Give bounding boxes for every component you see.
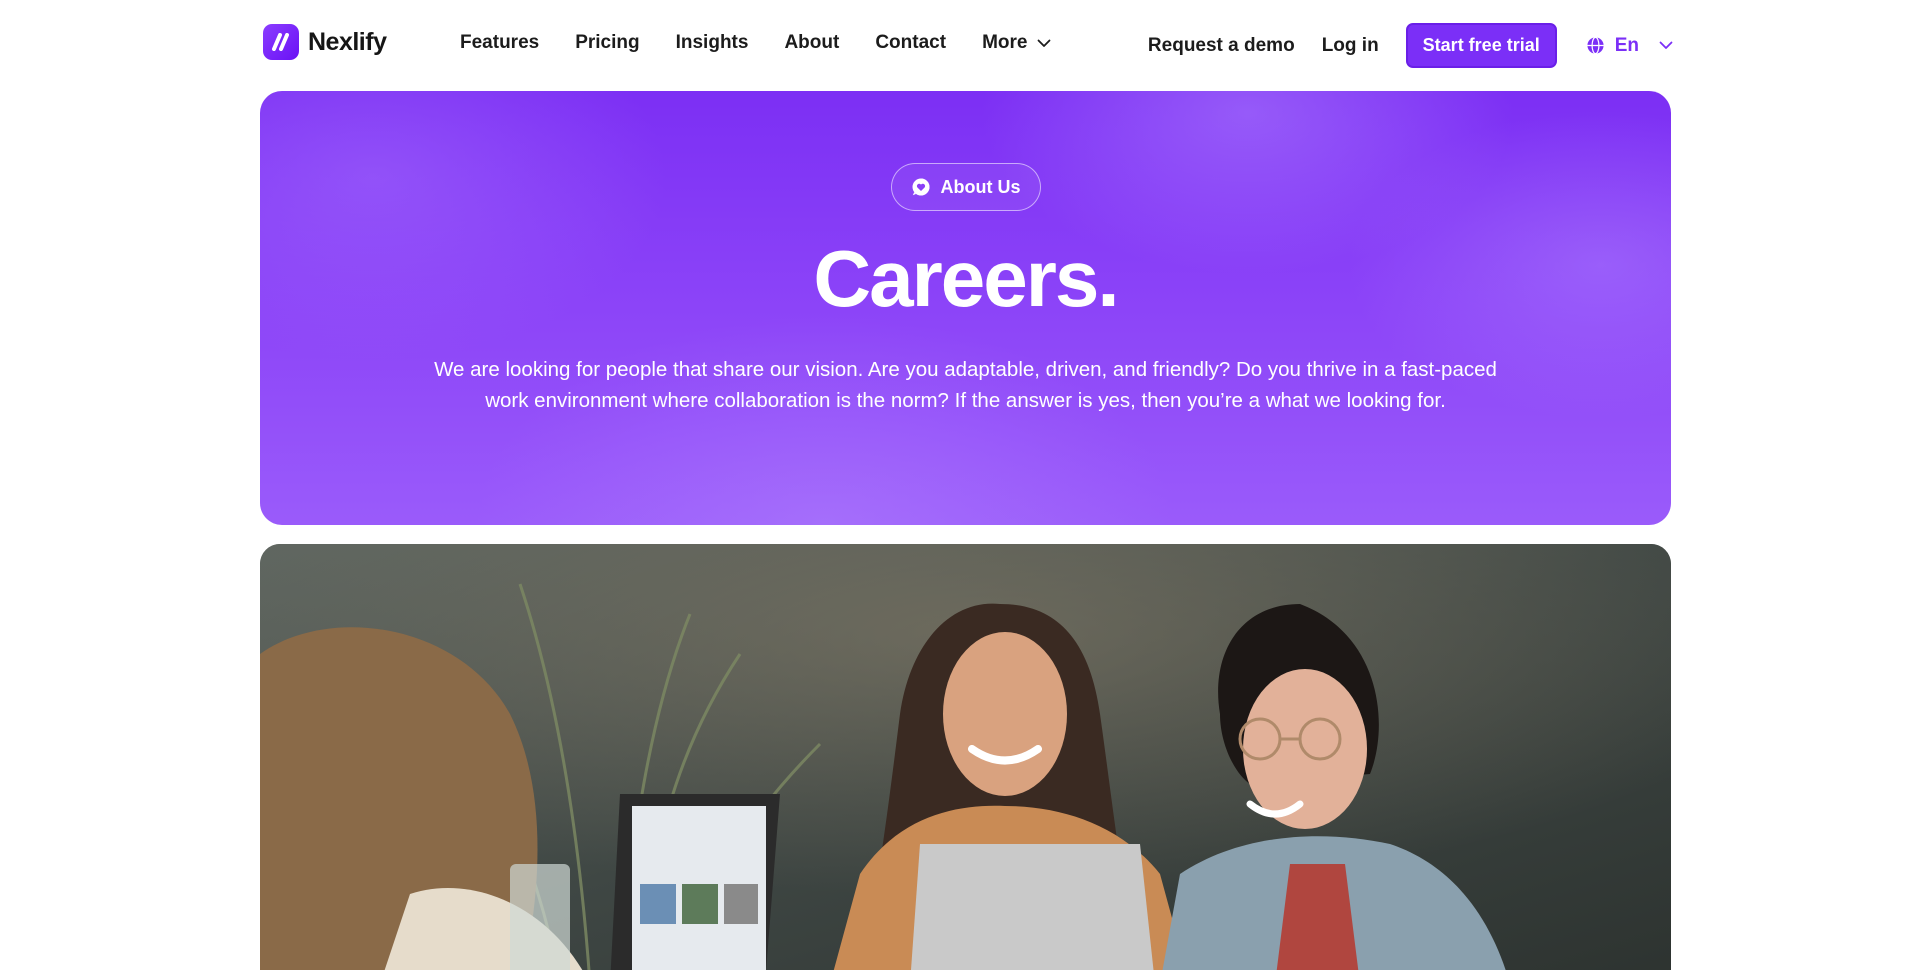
heart-chat-icon bbox=[912, 178, 929, 196]
login-link[interactable]: Log in bbox=[1322, 35, 1379, 57]
nav-more-label: More bbox=[982, 32, 1028, 53]
language-label: En bbox=[1614, 34, 1639, 56]
team-photo-illustration bbox=[260, 544, 1671, 970]
careers-hero: About Us Careers. We are looking for peo… bbox=[260, 91, 1671, 525]
nav-actions: Request a demo Log in Start free trial E… bbox=[1148, 23, 1673, 68]
brand-logo[interactable]: Nexlify bbox=[263, 24, 387, 60]
nav-link-insights[interactable]: Insights bbox=[676, 32, 749, 54]
nav-link-contact[interactable]: Contact bbox=[875, 32, 946, 54]
about-us-badge-label: About Us bbox=[940, 176, 1021, 197]
language-selector[interactable]: En bbox=[1586, 35, 1673, 57]
nav-link-features[interactable]: Features bbox=[460, 32, 539, 54]
top-navigation: Nexlify Features Pricing Insights About … bbox=[0, 0, 1920, 90]
hero-description: We are looking for people that share our… bbox=[434, 358, 1497, 412]
nav-more-dropdown[interactable]: More bbox=[982, 32, 1051, 54]
about-us-badge: About Us bbox=[890, 163, 1041, 211]
nav-link-pricing[interactable]: Pricing bbox=[575, 32, 639, 54]
chevron-down-icon bbox=[1659, 41, 1673, 49]
request-demo-link[interactable]: Request a demo bbox=[1148, 35, 1295, 57]
start-free-trial-button[interactable]: Start free trial bbox=[1405, 23, 1557, 68]
team-photo bbox=[260, 544, 1671, 970]
primary-nav: Features Pricing Insights About Contact … bbox=[460, 32, 1051, 54]
brand-name: Nexlify bbox=[308, 27, 387, 56]
nav-link-about[interactable]: About bbox=[784, 32, 839, 54]
page-title: Careers. bbox=[813, 234, 1119, 323]
globe-icon bbox=[1587, 36, 1604, 55]
logo-mark-icon bbox=[263, 24, 299, 60]
chevron-down-icon bbox=[1038, 39, 1051, 47]
